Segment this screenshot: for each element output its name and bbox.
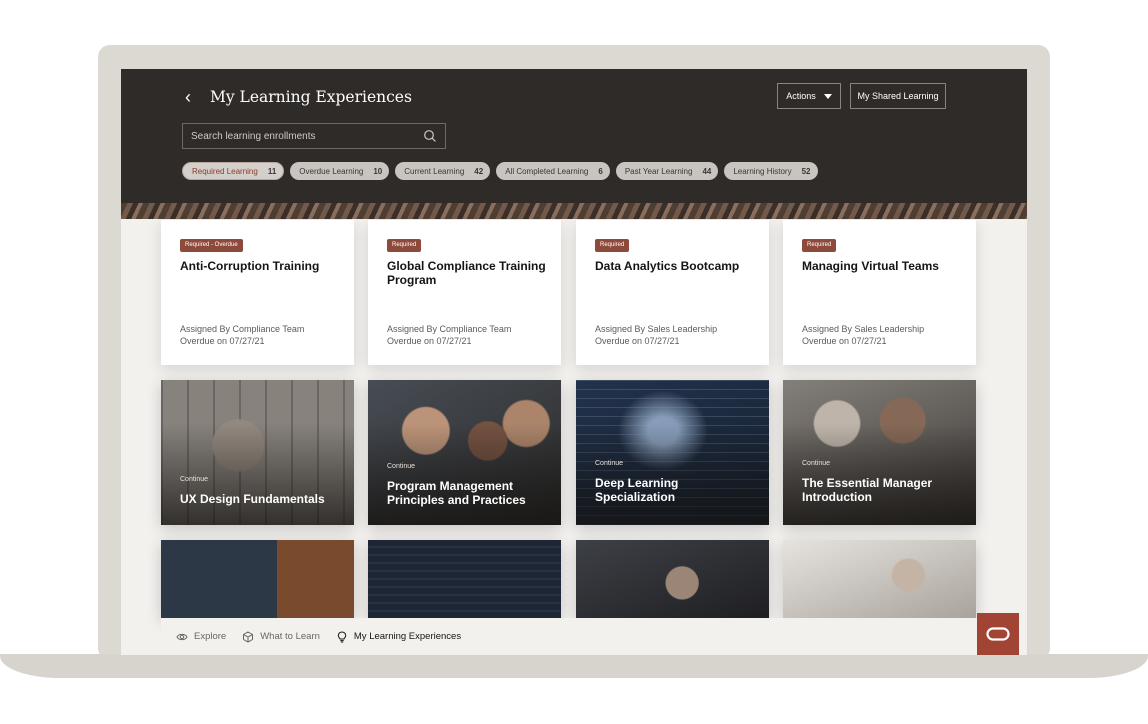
filter-chip-all-completed[interactable]: All Completed Learning 6 — [496, 162, 610, 180]
chip-count: 11 — [267, 166, 277, 176]
my-shared-learning-button[interactable]: My Shared Learning — [850, 83, 946, 109]
tile-title: The Essential Manager Introduction — [802, 476, 933, 504]
chip-label: Past Year Learning — [624, 166, 693, 176]
assigned-by: Assigned By Compliance Team — [180, 324, 305, 334]
status-badge: Required — [387, 239, 422, 252]
filter-chip-overdue-learning[interactable]: Overdue Learning 10 — [290, 162, 390, 180]
search-box — [182, 123, 446, 149]
eye-icon — [176, 633, 188, 640]
card-meta: Assigned By Compliance Team Overdue on 0… — [387, 323, 511, 347]
required-card[interactable]: Required Data Analytics Bootcamp Assigne… — [576, 220, 769, 365]
cube-icon — [243, 630, 254, 643]
actions-button[interactable]: Actions — [777, 83, 841, 109]
course-image — [368, 540, 561, 618]
chip-label: Overdue Learning — [299, 166, 364, 176]
nav-label: My Learning Experiences — [353, 631, 462, 642]
assigned-by: Assigned By Compliance Team — [387, 324, 512, 334]
nav-my-learning-experiences[interactable]: My Learning Experiences — [336, 630, 462, 643]
page-title: My Learning Experiences — [210, 88, 412, 106]
continue-label: Continue — [180, 476, 209, 483]
course-tile[interactable] — [783, 540, 976, 618]
chip-label: Current Learning — [404, 166, 465, 176]
card-title: Data Analytics Bootcamp — [595, 259, 740, 273]
card-meta: Assigned By Sales Leadership Overdue on … — [595, 323, 717, 347]
filter-chip-learning-history[interactable]: Learning History 52 — [724, 162, 818, 180]
card-title: Managing Virtual Teams — [802, 259, 939, 273]
due-date: Overdue on 07/27/21 — [180, 336, 265, 346]
required-card[interactable]: Required Managing Virtual Teams Assigned… — [783, 220, 976, 365]
nav-explore[interactable]: Explore — [176, 631, 226, 643]
due-date: Overdue on 07/27/21 — [595, 336, 680, 346]
nav-label: What to Learn — [260, 631, 320, 642]
chip-label: Required Learning — [192, 166, 258, 176]
card-meta: Assigned By Sales Leadership Overdue on … — [802, 323, 924, 347]
filter-chips: Required Learning 11 Overdue Learning 10… — [182, 162, 818, 180]
app-screen: ‹ My Learning Experiences Actions My Sha… — [121, 69, 1027, 655]
tile-title: Program Management Principles and Practi… — [387, 479, 526, 507]
chip-count: 52 — [801, 166, 811, 176]
continue-label: Continue — [802, 460, 831, 467]
chip-count: 10 — [373, 166, 383, 176]
filter-chip-current-learning[interactable]: Current Learning 42 — [395, 162, 491, 180]
card-title: Anti-Corruption Training — [180, 259, 320, 273]
course-tile[interactable] — [576, 540, 769, 618]
course-image — [783, 540, 976, 618]
course-tile[interactable] — [161, 540, 354, 618]
chip-count: 42 — [474, 166, 484, 176]
status-badge: Required - Overdue — [180, 239, 243, 252]
assigned-by: Assigned By Sales Leadership — [595, 324, 718, 334]
course-tile[interactable]: Continue The Essential Manager Introduct… — [783, 380, 976, 525]
chip-label: Learning History — [733, 166, 792, 176]
chip-label: All Completed Learning — [505, 166, 589, 176]
chip-count: 44 — [702, 166, 712, 176]
course-tile[interactable]: Continue Deep Learning Specialization — [576, 380, 769, 525]
continue-label: Continue — [595, 460, 624, 467]
card-title: Global Compliance Training Program — [387, 259, 546, 287]
filter-chip-required-learning[interactable]: Required Learning 11 — [182, 162, 285, 180]
status-badge: Required — [595, 239, 630, 252]
course-tile[interactable]: Continue Program Management Principles a… — [368, 380, 561, 525]
tile-title: UX Design Fundamentals — [180, 492, 325, 506]
search-input[interactable] — [191, 130, 423, 142]
oracle-logo-icon — [986, 627, 1010, 641]
caret-down-icon — [823, 93, 832, 99]
course-tile[interactable] — [368, 540, 561, 618]
required-card[interactable]: Required Global Compliance Training Prog… — [368, 220, 561, 365]
nav-label: Explore — [194, 631, 227, 642]
chip-count: 6 — [598, 166, 603, 176]
banner-image — [121, 203, 1027, 219]
course-tile[interactable]: Continue UX Design Fundamentals — [161, 380, 354, 525]
card-meta: Assigned By Compliance Team Overdue on 0… — [180, 323, 304, 347]
tile-title: Deep Learning Specialization — [595, 476, 679, 504]
course-image — [576, 540, 769, 618]
assigned-by: Assigned By Sales Leadership — [802, 324, 925, 334]
required-card[interactable]: Required - Overdue Anti-Corruption Train… — [161, 220, 354, 365]
laptop-base — [0, 654, 1148, 678]
filter-chip-past-year[interactable]: Past Year Learning 44 — [615, 162, 719, 180]
lightbulb-icon — [337, 630, 347, 642]
due-date: Overdue on 07/27/21 — [387, 336, 472, 346]
oracle-logo-button[interactable] — [977, 613, 1019, 655]
back-chevron-icon[interactable]: ‹ — [185, 85, 201, 109]
nav-what-to-learn[interactable]: What to Learn — [242, 630, 320, 643]
search-icon[interactable] — [423, 129, 437, 143]
page-header: ‹ My Learning Experiences Actions My Sha… — [121, 69, 1027, 219]
actions-label: Actions — [786, 91, 816, 101]
status-badge: Required — [802, 239, 837, 252]
due-date: Overdue on 07/27/21 — [802, 336, 887, 346]
bottom-nav: Explore What to Learn My Learning Experi… — [161, 618, 977, 655]
course-image — [161, 540, 354, 618]
continue-label: Continue — [387, 463, 416, 470]
